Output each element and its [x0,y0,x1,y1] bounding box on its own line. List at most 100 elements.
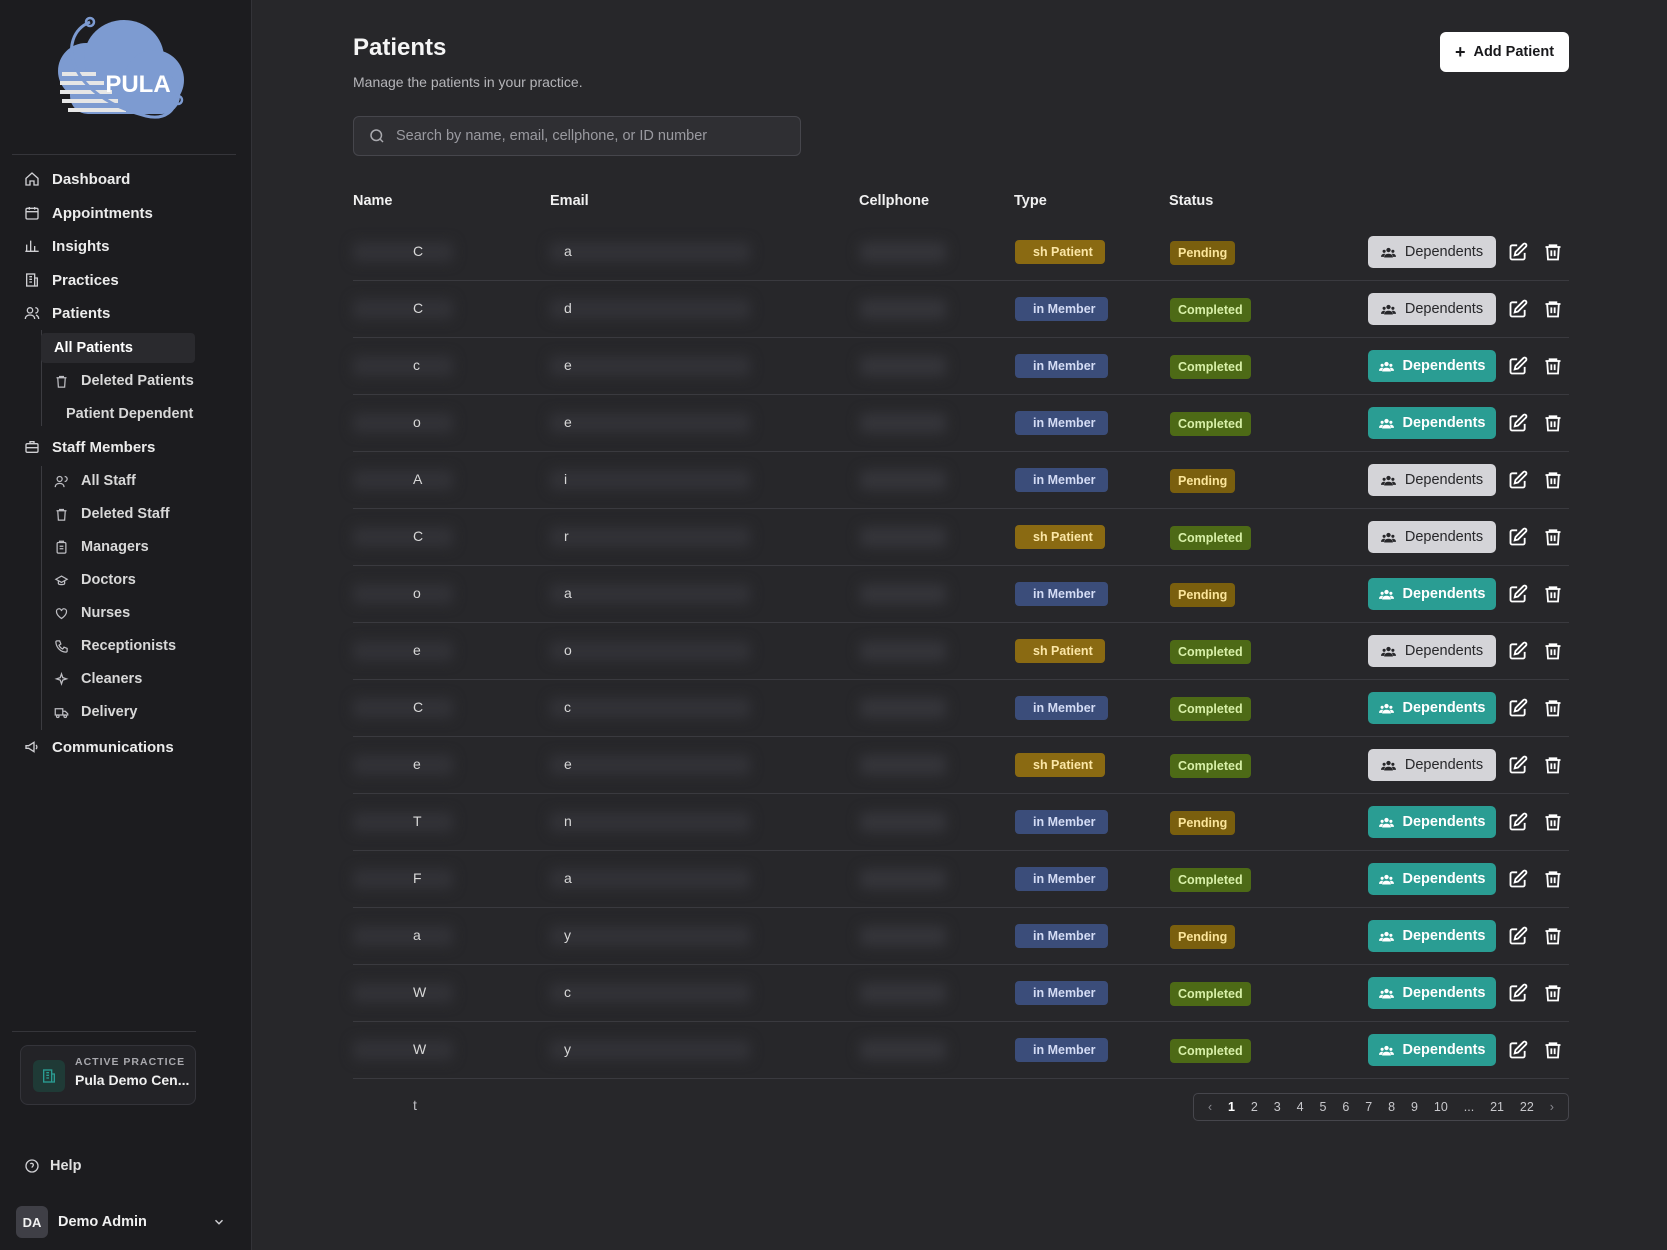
dependents-button[interactable]: Dependents [1368,1034,1496,1066]
status-badge: Pending [1170,583,1236,607]
header-cellphone[interactable]: Cellphone [859,193,929,209]
trash-icon[interactable] [1543,982,1563,1004]
edit-icon[interactable] [1508,755,1528,775]
page-10[interactable]: 10 [1434,1100,1448,1114]
edit-icon[interactable] [1508,983,1528,1003]
page-1[interactable]: 1 [1228,1100,1235,1114]
edit-icon[interactable] [1508,584,1528,604]
help-link[interactable]: Help [24,1158,81,1174]
header-name[interactable]: Name [353,193,393,209]
cellphone-cell-blurred [860,413,946,433]
header-email[interactable]: Email [550,193,589,209]
edit-icon[interactable] [1508,812,1528,832]
dependents-button[interactable]: Dependents [1368,863,1496,895]
page-21[interactable]: 21 [1490,1100,1504,1114]
sidebar-item-all-patients[interactable]: All Patients [54,334,133,362]
sidebar-item-all-staff[interactable]: All Staff [54,467,136,495]
trash-icon[interactable] [1543,298,1563,320]
edit-icon[interactable] [1508,527,1528,547]
patient-email: d [564,300,572,316]
sidebar-item-managers[interactable]: Managers [54,533,149,561]
nav-patients[interactable]: Patients [24,299,110,327]
dependents-button[interactable]: Dependents [1368,578,1496,610]
nav-dashboard[interactable]: Dashboard [24,165,130,193]
user-menu[interactable]: DA Demo Admin [16,1206,226,1238]
sidebar: PULA Dashboard Appointments Insights Pra… [0,0,252,1250]
page-4[interactable]: 4 [1297,1100,1304,1114]
dependents-button[interactable]: Dependents [1368,236,1496,268]
edit-icon[interactable] [1508,698,1528,718]
sidebar-item-delivery[interactable]: Delivery [54,698,137,726]
nav-appointments[interactable]: Appointments [24,199,153,227]
trash-icon[interactable] [1543,1039,1563,1061]
trash-icon[interactable] [1543,868,1563,890]
chevron-left-icon[interactable]: ‹ [1208,1100,1212,1114]
nav-practices[interactable]: Practices [24,266,119,294]
edit-icon[interactable] [1508,470,1528,490]
nav-communications[interactable]: Communications [24,733,174,761]
name-cell-blurred [353,698,453,718]
dependents-button[interactable]: Dependents [1368,692,1496,724]
dependents-button[interactable]: Dependents [1368,749,1496,781]
edit-icon[interactable] [1508,869,1528,889]
trash-icon[interactable] [1543,526,1563,548]
sidebar-item-nurses[interactable]: Nurses [54,599,130,627]
nav-insights[interactable]: Insights [24,232,110,260]
dependents-button[interactable]: Dependents [1368,293,1496,325]
status-badge: Completed [1170,868,1251,892]
search-input[interactable] [396,128,776,144]
nav-staff-members[interactable]: Staff Members [24,433,155,461]
sidebar-item-doctors[interactable]: Doctors [54,566,136,594]
header-status[interactable]: Status [1169,193,1213,209]
patient-name: T [413,813,422,829]
dependents-button[interactable]: Dependents [1368,350,1496,382]
cellphone-cell-blurred [860,698,946,718]
type-badge: sh Patient [1015,753,1105,777]
edit-icon[interactable] [1508,356,1528,376]
dependents-button[interactable]: Dependents [1368,977,1496,1009]
edit-icon[interactable] [1508,641,1528,661]
dependents-button[interactable]: Dependents [1368,920,1496,952]
search-box[interactable] [353,116,801,156]
table-row: W c in Member Completed Dependents [353,965,1569,1022]
dependents-button[interactable]: Dependents [1368,464,1496,496]
page-9[interactable]: 9 [1411,1100,1418,1114]
edit-icon[interactable] [1508,413,1528,433]
sidebar-item-deleted-staff[interactable]: Deleted Staff [54,500,170,528]
page-6[interactable]: 6 [1342,1100,1349,1114]
trash-icon[interactable] [1543,241,1563,263]
page-5[interactable]: 5 [1320,1100,1327,1114]
edit-icon[interactable] [1508,242,1528,262]
trash-icon[interactable] [1543,583,1563,605]
trash-icon[interactable] [1543,811,1563,833]
active-practice-card[interactable]: ACTIVE PRACTICE Pula Demo Cen... [20,1045,196,1105]
chevron-right-icon[interactable]: › [1550,1100,1554,1114]
page-3[interactable]: 3 [1274,1100,1281,1114]
patient-name: a [413,927,421,943]
page-8[interactable]: 8 [1388,1100,1395,1114]
trash-icon[interactable] [1543,925,1563,947]
dependents-button[interactable]: Dependents [1368,635,1496,667]
edit-icon[interactable] [1508,1040,1528,1060]
trash-icon[interactable] [1543,412,1563,434]
page-2[interactable]: 2 [1251,1100,1258,1114]
sidebar-item-receptionists[interactable]: Receptionists [54,632,176,660]
dependents-button[interactable]: Dependents [1368,521,1496,553]
add-patient-button[interactable]: + Add Patient [1440,32,1569,72]
trash-icon[interactable] [1543,697,1563,719]
header-type[interactable]: Type [1014,193,1047,209]
dependents-button[interactable]: Dependents [1368,407,1496,439]
edit-icon[interactable] [1508,926,1528,946]
trash-icon[interactable] [1543,754,1563,776]
dependents-button[interactable]: Dependents [1368,806,1496,838]
trash-icon[interactable] [1543,640,1563,662]
page-7[interactable]: 7 [1365,1100,1372,1114]
page-22[interactable]: 22 [1520,1100,1534,1114]
sidebar-item-cleaners[interactable]: Cleaners [54,665,142,693]
sidebar-item-deleted-patients[interactable]: Deleted Patients [54,367,194,395]
pula-logo-icon[interactable]: PULA [56,16,194,128]
sidebar-item-patient-dependents[interactable]: Patient Dependents [54,400,194,428]
edit-icon[interactable] [1508,299,1528,319]
trash-icon[interactable] [1543,469,1563,491]
trash-icon[interactable] [1543,355,1563,377]
